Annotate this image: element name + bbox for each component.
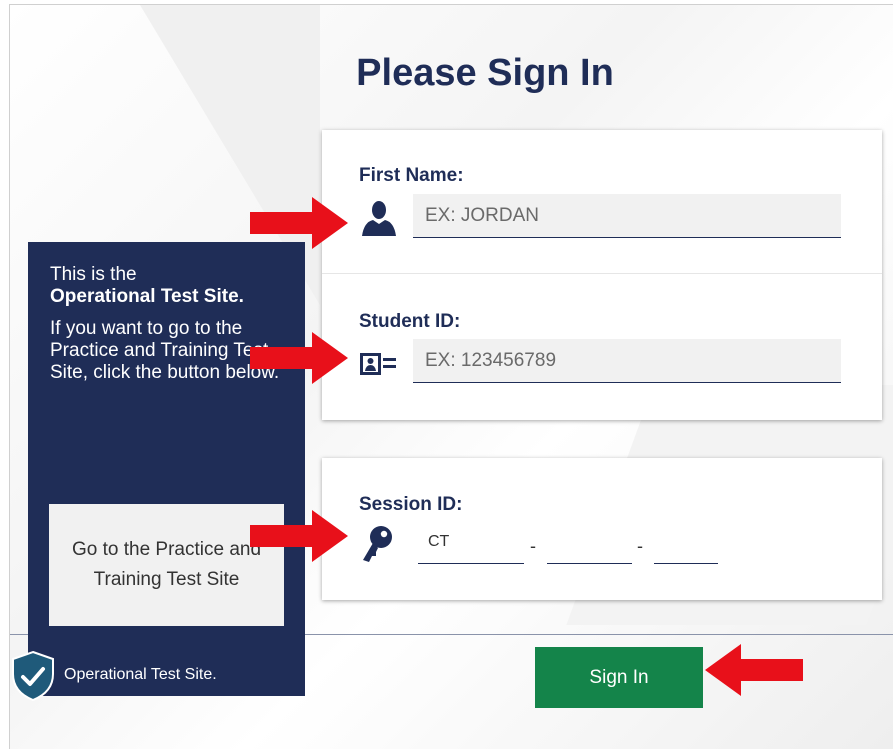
id-card-icon <box>360 353 396 375</box>
session-id-part1-input[interactable] <box>418 521 524 564</box>
shield-check-icon <box>12 650 54 702</box>
panel-line-site: Operational Test Site. <box>50 286 244 307</box>
arrow-left-icon <box>705 644 803 696</box>
arrow-right-icon <box>250 197 348 249</box>
arrow-right-icon <box>250 510 348 562</box>
session-card: Session ID: - - <box>322 458 882 600</box>
operational-site-panel: This is the Operational Test Site. If yo… <box>28 242 305 696</box>
student-id-label: Student ID: <box>359 311 461 332</box>
session-id-part3-input[interactable] <box>654 521 718 564</box>
session-id-label: Session ID: <box>359 494 463 515</box>
first-name-label: First Name: <box>359 165 464 186</box>
session-separator: - <box>637 536 643 556</box>
arrow-right-icon <box>250 332 348 384</box>
credentials-card: First Name: Student ID: <box>322 130 882 420</box>
person-icon <box>362 201 396 236</box>
card-divider <box>322 273 882 274</box>
site-label: Operational Test Site. <box>64 666 217 683</box>
practice-site-button[interactable]: Go to the Practice and Training Test Sit… <box>49 504 284 626</box>
key-icon <box>363 526 392 562</box>
page-title: Please Sign In <box>356 52 614 94</box>
first-name-input[interactable] <box>413 194 841 238</box>
student-id-input[interactable] <box>413 339 841 383</box>
panel-line-intro: This is the <box>50 264 137 285</box>
session-id-part2-input[interactable] <box>547 521 632 564</box>
session-separator: - <box>530 536 536 556</box>
sign-in-button[interactable]: Sign In <box>535 647 703 708</box>
